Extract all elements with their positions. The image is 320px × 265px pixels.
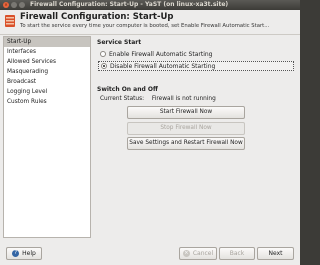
yast-window: × Firewall Configuration: Start-Up - YaS… (0, 0, 300, 265)
sidebar-item-logging-level[interactable]: Logging Level (4, 87, 90, 97)
radio-unchecked-icon (100, 51, 106, 57)
sidebar-tree[interactable]: Start-Up Interfaces Allowed Services Mas… (3, 36, 91, 238)
service-start-heading: Service Start (97, 39, 142, 46)
back-button[interactable]: Back (219, 247, 255, 260)
cancel-label: Cancel (192, 250, 214, 257)
sidebar-item-broadcast[interactable]: Broadcast (4, 77, 90, 87)
disable-autostart-radio[interactable]: Disable Firewall Automatic Starting (98, 61, 294, 71)
current-status: Current Status: Firewall is not running (100, 96, 216, 102)
status-label: Current Status: (100, 96, 145, 102)
radio-checked-icon (101, 63, 107, 69)
disable-autostart-label: Disable Firewall Automatic Starting (110, 62, 216, 70)
sidebar-item-allowed-services[interactable]: Allowed Services (4, 57, 90, 67)
window-controls: × (3, 2, 25, 8)
cancel-button[interactable]: × Cancel (179, 247, 217, 260)
title-bar: × Firewall Configuration: Start-Up - YaS… (0, 0, 300, 10)
stop-firewall-button: Stop Firewall Now (127, 122, 245, 135)
cancel-icon: × (182, 250, 190, 257)
enable-autostart-label: Enable Firewall Automatic Starting (109, 50, 213, 58)
window-title: Firewall Configuration: Start-Up - YaST … (30, 1, 229, 8)
help-label: Help (22, 250, 36, 257)
status-value: Firewall is not running (151, 96, 216, 102)
window-close-icon[interactable]: × (3, 2, 9, 8)
save-restart-button[interactable]: Save Settings and Restart Firewall Now (127, 137, 245, 150)
firewall-icon (5, 15, 15, 27)
sidebar-item-start-up[interactable]: Start-Up (4, 37, 90, 47)
sidebar-item-masquerading[interactable]: Masquerading (4, 67, 90, 77)
sidebar-item-custom-rules[interactable]: Custom Rules (4, 97, 90, 107)
switch-heading: Switch On and Off (97, 86, 158, 93)
sidebar-item-interfaces[interactable]: Interfaces (4, 47, 90, 57)
start-firewall-button[interactable]: Start Firewall Now (127, 106, 245, 119)
window-minimize-icon[interactable] (11, 2, 17, 8)
help-button[interactable]: ? Help (6, 247, 42, 260)
header-divider (0, 34, 300, 35)
page-title: Firewall Configuration: Start-Up (20, 12, 174, 22)
window-maximize-icon[interactable] (19, 2, 25, 8)
help-icon: ? (12, 250, 20, 257)
enable-autostart-radio[interactable]: Enable Firewall Automatic Starting (98, 49, 294, 59)
next-button[interactable]: Next (257, 247, 294, 260)
page-description: To start the service every time your com… (20, 23, 270, 29)
